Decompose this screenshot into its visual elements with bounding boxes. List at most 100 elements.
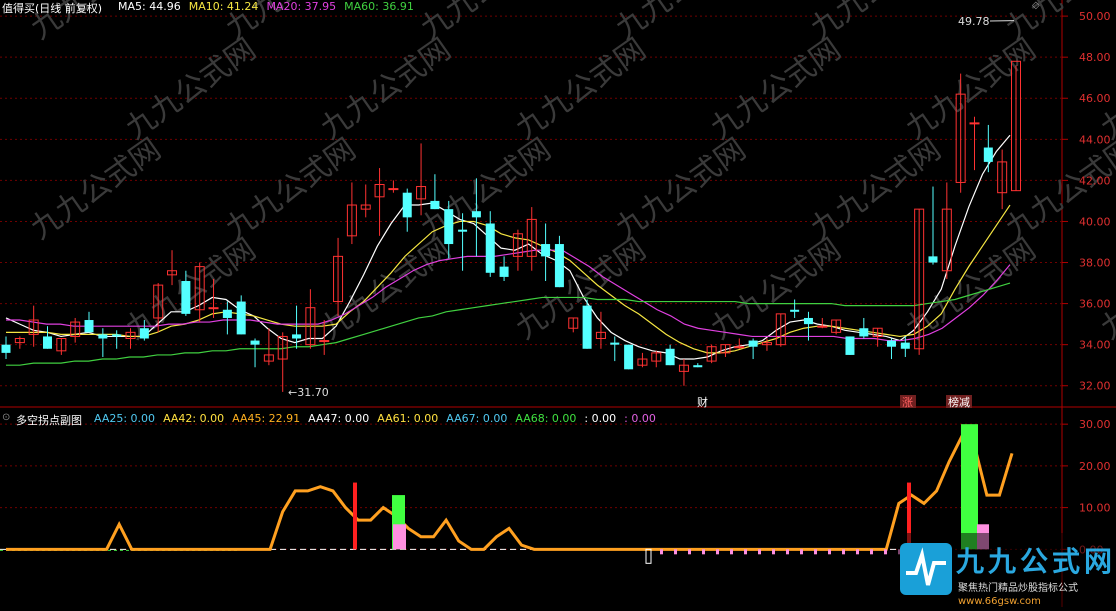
svg-text:九: 九 xyxy=(956,545,984,578)
ma-legend: MA5: 44.96 MA10: 41.24 MA20: 37.95 MA60: 36… xyxy=(118,0,422,13)
y-tick-label: 40.00 xyxy=(1079,215,1111,228)
tick-marker xyxy=(772,549,775,554)
candle-body xyxy=(500,267,509,277)
tick-marker xyxy=(870,549,873,554)
signal-bar-pink xyxy=(393,524,406,549)
candle-body xyxy=(403,193,412,218)
indicator-label: : 0.00 xyxy=(624,412,656,425)
candle-body xyxy=(209,308,218,309)
candle-body xyxy=(320,341,329,342)
tick-marker xyxy=(856,549,859,554)
y-tick-label: 46.00 xyxy=(1079,92,1111,105)
y-tick-label: 36.00 xyxy=(1079,298,1111,311)
tick-marker xyxy=(744,549,747,554)
indicator-title: 多空拐点副图 xyxy=(16,412,82,428)
watermark-text: 九九公式网 xyxy=(1095,232,1116,347)
y-tick-label: 38.00 xyxy=(1079,257,1111,270)
svg-text:www.66gsw.com: www.66gsw.com xyxy=(958,596,1041,607)
ma-label: MA5: 44.96 xyxy=(118,0,181,13)
ma-label: MA20: 37.95 xyxy=(266,0,336,13)
svg-text:公: 公 xyxy=(1020,545,1048,578)
candle-body xyxy=(845,336,854,354)
low-price-label: ←31.70 xyxy=(288,386,329,399)
candle-body xyxy=(486,224,495,273)
signal-bar xyxy=(353,483,357,550)
candle-body xyxy=(2,345,11,353)
ma-label: MA60: 36.91 xyxy=(344,0,414,13)
watermark-text: 九九公式网 xyxy=(510,32,653,147)
candle-body xyxy=(984,148,993,162)
y-tick-label: 20.00 xyxy=(1079,460,1111,473)
candle-body xyxy=(251,341,260,345)
candle-body xyxy=(458,230,467,232)
y-tick-label: 10.00 xyxy=(1079,502,1111,515)
y-tick-label: 44.00 xyxy=(1079,133,1111,146)
candle-body xyxy=(859,328,868,336)
y-tick-label: 48.00 xyxy=(1079,51,1111,64)
watermark-text: 九九公式网 xyxy=(120,32,263,147)
indicator-panel xyxy=(0,424,1012,563)
candle-body xyxy=(804,318,813,324)
indicator-label: AA42: 0.00 xyxy=(163,412,224,425)
candle-body xyxy=(901,343,910,349)
candle-body xyxy=(140,328,149,338)
tick-marker xyxy=(884,549,887,554)
tick-marker xyxy=(828,549,831,554)
indicator-label: AA68: 0.00 xyxy=(515,412,576,425)
y-tick-label: 32.00 xyxy=(1079,380,1111,393)
candle-body xyxy=(389,189,398,190)
tick-marker xyxy=(814,549,817,554)
candle-body xyxy=(43,336,52,348)
indicator-label: AA67: 0.00 xyxy=(446,412,507,425)
tick-marker xyxy=(758,549,761,554)
candle-body xyxy=(223,310,232,318)
watermark-text: 九九公式网 xyxy=(1000,132,1116,247)
candle-body xyxy=(666,349,675,365)
candle-body xyxy=(749,341,758,347)
watermark-text: 九九公式网 xyxy=(220,132,363,247)
event-label: 财 xyxy=(697,395,708,409)
watermark-text: 九九公式网 xyxy=(900,32,1043,147)
tick-marker xyxy=(800,549,803,554)
high-price-label: 49.78 xyxy=(958,15,990,28)
tick-marker xyxy=(786,549,789,554)
tick-marker xyxy=(842,549,845,554)
candle-body xyxy=(610,343,619,345)
svg-text:式: 式 xyxy=(1052,545,1080,578)
candle-body xyxy=(790,310,799,312)
y-tick-label: 30.00 xyxy=(1079,418,1111,431)
y-tick-label: 34.00 xyxy=(1079,339,1111,352)
ma-label: MA10: 41.24 xyxy=(189,0,259,13)
indicator-label: AA45: 22.91 xyxy=(232,412,300,425)
tick-marker xyxy=(674,549,677,554)
tick-marker xyxy=(688,549,691,554)
diamond-icon[interactable]: ◇ xyxy=(1032,0,1040,11)
watermark-text: 九九公式网 xyxy=(900,232,1043,347)
settings-icon[interactable]: ⊙ xyxy=(2,412,10,423)
svg-text:九: 九 xyxy=(988,545,1016,578)
y-tick-label: 42.00 xyxy=(1079,174,1111,187)
event-label: 涨 xyxy=(902,396,913,409)
candle-body xyxy=(693,365,702,367)
event-label: 榜减 xyxy=(948,395,970,409)
candle-body xyxy=(887,341,896,347)
candle-body xyxy=(85,320,94,332)
tick-marker xyxy=(716,549,719,554)
candle-body xyxy=(430,201,439,209)
candle-body xyxy=(98,334,107,338)
y-tick-label: 50.00 xyxy=(1079,10,1111,23)
stock-chart: 九九公式网九九公式网九九公式网九九公式网九九公式网九九公式网九九公式网九九公式网… xyxy=(0,0,1116,607)
watermark-text: 九九公式网 xyxy=(315,32,458,147)
candle-body xyxy=(928,256,937,262)
candle-body xyxy=(735,347,744,348)
svg-text:聚焦热门精品炒股指标公式: 聚焦热门精品炒股指标公式 xyxy=(958,581,1078,594)
watermark-text: 九九公式网 xyxy=(25,132,168,247)
watermark-text: 九九公式网 xyxy=(705,32,848,147)
candle-body xyxy=(583,306,592,349)
candle-body xyxy=(970,123,979,124)
watermark-text: 九九公式网 xyxy=(610,132,753,247)
tick-marker xyxy=(702,549,705,554)
watermark-text: 九九公式网 xyxy=(510,232,653,347)
site-logo: 九 九 公 式 网 聚焦热门精品炒股指标公式 www.66gsw.com xyxy=(898,533,1116,607)
stock-title: 值得买(日线 前复权) xyxy=(2,0,102,16)
